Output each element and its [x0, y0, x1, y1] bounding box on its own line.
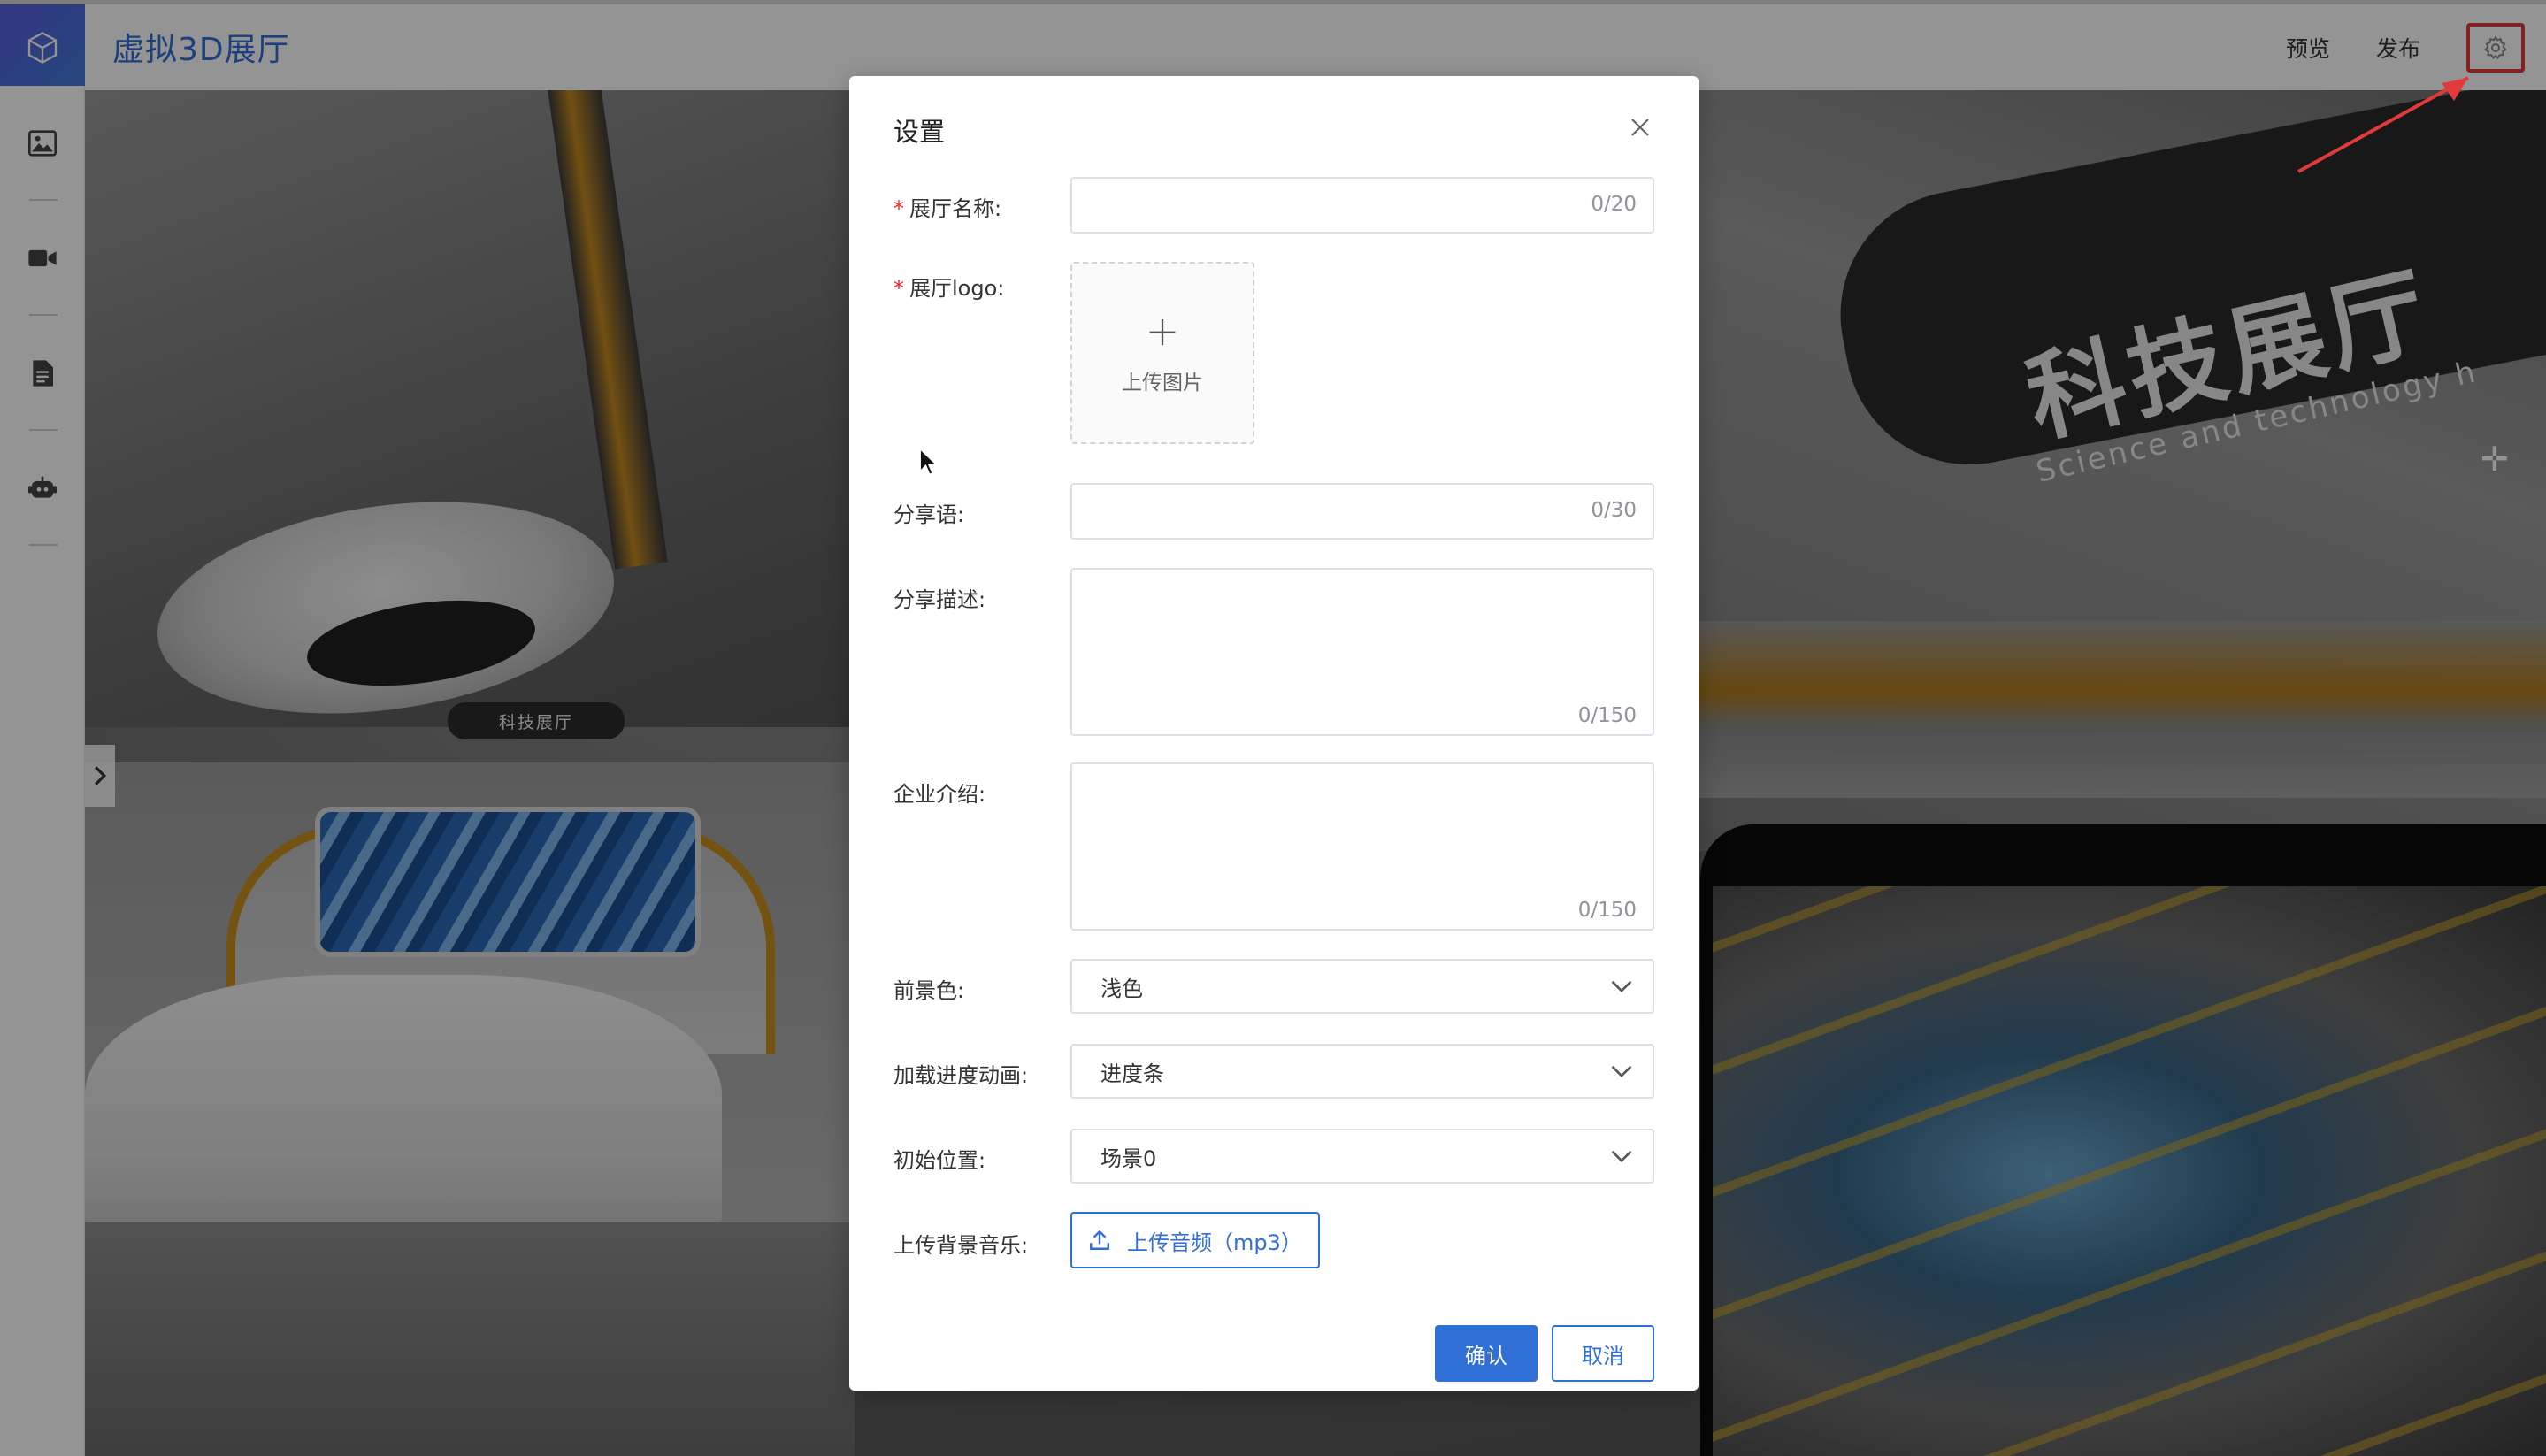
share-text-label: 分享语:	[893, 502, 965, 527]
company-intro-field[interactable]: 0/150	[1070, 762, 1654, 931]
required-mark: *	[893, 276, 904, 301]
form-row-company-intro: 企业介绍: 0/150	[893, 762, 1654, 931]
plus-icon: +	[1145, 307, 1180, 355]
hall-name-input[interactable]	[1072, 179, 1653, 232]
chevron-down-icon	[1611, 1065, 1632, 1078]
confirm-button[interactable]: 确认	[1435, 1325, 1538, 1382]
form-row-share-text: 分享语: 0/30	[893, 483, 1654, 540]
initial-position-value: 场景0	[1100, 1146, 1157, 1171]
form-row-bg-music: 上传背景音乐: 上传音频（mp3）	[893, 1212, 1654, 1268]
hall-name-label: * 展厅名称:	[893, 191, 1001, 222]
upload-image-text: 上传图片	[1122, 372, 1203, 395]
chevron-down-icon	[1611, 1150, 1632, 1163]
hall-name-label-text: 展厅名称:	[909, 196, 1002, 221]
close-icon	[1631, 119, 1649, 136]
initial-position-select[interactable]: 场景0	[1070, 1129, 1654, 1184]
upload-audio-text: 上传音频（mp3）	[1127, 1230, 1302, 1255]
mouse-cursor-icon	[919, 448, 939, 476]
share-text-counter: 0/30	[1591, 499, 1637, 522]
initial-position-label: 初始位置:	[893, 1148, 986, 1173]
foreground-color-value: 浅色	[1100, 976, 1143, 1001]
foreground-color-label: 前景色:	[893, 978, 965, 1003]
close-button[interactable]	[1626, 113, 1654, 142]
form-row-hall-logo: * 展厅logo: + 上传图片	[893, 262, 1654, 448]
hall-name-field[interactable]: 0/20	[1070, 177, 1654, 234]
form-row-hall-name: * 展厅名称: 0/20	[893, 177, 1654, 234]
logo-upload-box[interactable]: + 上传图片	[1070, 262, 1254, 444]
hall-logo-label-text: 展厅logo:	[909, 276, 1005, 301]
cancel-button[interactable]: 取消	[1552, 1325, 1654, 1382]
required-mark: *	[893, 196, 904, 221]
share-desc-label: 分享描述:	[893, 587, 986, 612]
settings-dialog: 设置 * 展厅名称: 0/20 * 展厅logo: + 上传图片 分享语: 0/30…	[849, 76, 1699, 1391]
company-intro-counter: 0/150	[1577, 899, 1637, 922]
annotation-arrow-icon	[2297, 76, 2469, 173]
upload-icon	[1090, 1230, 1109, 1250]
dialog-title: 设置	[893, 117, 946, 147]
share-desc-textarea[interactable]	[1072, 570, 1653, 694]
form-row-initial-position: 初始位置: 场景0	[893, 1129, 1654, 1184]
hall-logo-label: * 展厅logo:	[893, 271, 1004, 302]
share-text-input[interactable]	[1072, 485, 1653, 538]
company-intro-textarea[interactable]	[1072, 764, 1653, 888]
hall-name-counter: 0/20	[1591, 193, 1637, 216]
share-desc-counter: 0/150	[1577, 704, 1637, 727]
form-row-share-desc: 分享描述: 0/150	[893, 568, 1654, 736]
form-row-loading-animation: 加载进度动画: 进度条	[893, 1044, 1654, 1099]
share-desc-field[interactable]: 0/150	[1070, 568, 1654, 736]
share-text-field[interactable]: 0/30	[1070, 483, 1654, 540]
loading-animation-label: 加载进度动画:	[893, 1063, 1029, 1088]
foreground-color-select[interactable]: 浅色	[1070, 959, 1654, 1014]
company-intro-label: 企业介绍:	[893, 782, 986, 807]
upload-audio-button[interactable]: 上传音频（mp3）	[1070, 1212, 1320, 1268]
loading-animation-value: 进度条	[1100, 1061, 1164, 1086]
bg-music-label: 上传背景音乐:	[893, 1233, 1029, 1258]
loading-animation-select[interactable]: 进度条	[1070, 1044, 1654, 1099]
chevron-down-icon	[1611, 980, 1632, 993]
form-row-foreground-color: 前景色: 浅色	[893, 959, 1654, 1014]
